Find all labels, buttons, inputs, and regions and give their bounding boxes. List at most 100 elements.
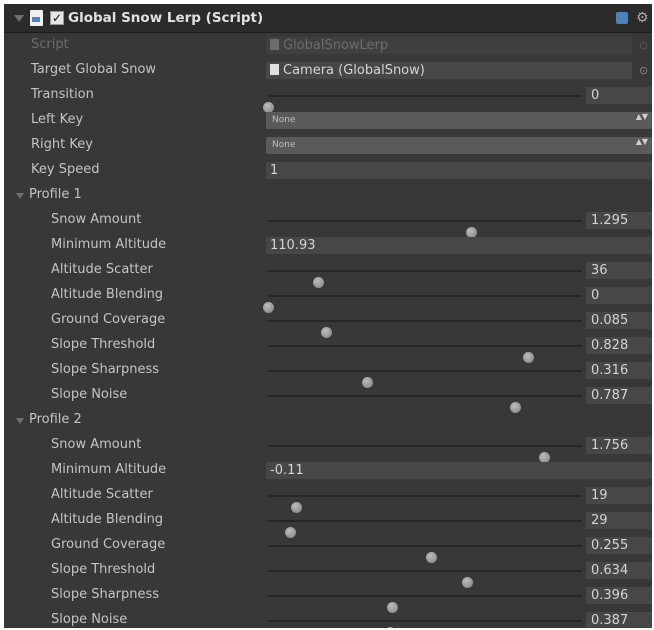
snow-amount-label: Snow Amount — [51, 437, 142, 452]
object-picker-icon[interactable]: ⊙ — [639, 64, 648, 77]
altitude-blending-slider[interactable] — [268, 520, 582, 538]
snow-amount-value-field[interactable]: 1.295 — [586, 212, 652, 229]
dropdown-arrows-icon: ▲▼ — [635, 112, 648, 121]
profile-2-slope-sharpness-row: Slope Sharpness 0.396 — [4, 583, 652, 613]
target-global-snow-label: Target Global Snow — [31, 62, 157, 77]
altitude-scatter-slider[interactable] — [268, 495, 582, 513]
transition-label: Transition — [31, 87, 94, 102]
profile-2-label: Profile 2 — [29, 412, 82, 427]
altitude-blending-label: Altitude Blending — [51, 287, 164, 302]
script-field: GlobalSnowLerp — [266, 37, 632, 54]
profile-1-altitude-blending-row: Altitude Blending 0 — [4, 283, 652, 313]
profile-1-slope-noise-row: Slope Noise 0.787 — [4, 383, 652, 413]
profile-1-ground-coverage-row: Ground Coverage 0.085 — [4, 308, 652, 338]
key-speed-field[interactable]: 1 — [266, 162, 652, 179]
profile-2-slope-noise-row: Slope Noise 0.387 — [4, 608, 652, 628]
foldout-arrow-icon[interactable] — [16, 418, 24, 424]
profile-2-foldout[interactable]: Profile 2 — [4, 408, 652, 433]
slope-sharpness-label: Slope Sharpness — [51, 362, 160, 377]
target-global-snow-value: Camera (GlobalSnow) — [283, 63, 425, 78]
slope-noise-value-field[interactable]: 0.787 — [586, 387, 652, 404]
ground-coverage-slider[interactable] — [268, 320, 582, 338]
script-label: Script — [31, 37, 69, 52]
altitude-blending-value-field[interactable]: 0 — [586, 287, 652, 304]
script-value: GlobalSnowLerp — [283, 38, 389, 53]
profile-2-snow-amount-row: Snow Amount 1.756 — [4, 433, 652, 463]
script-row: Script GlobalSnowLerp ⊙ — [4, 33, 652, 58]
ground-coverage-label: Ground Coverage — [51, 537, 166, 552]
inspector-panel: ✓ Global Snow Lerp (Script) ⚙ Script Glo… — [4, 4, 652, 628]
slope-threshold-label: Slope Threshold — [51, 337, 156, 352]
transition-row: Transition 0 — [4, 83, 652, 113]
gear-icon[interactable]: ⚙ — [636, 10, 649, 26]
left-key-row: Left Key None ▲▼ — [4, 108, 652, 133]
altitude-scatter-label: Altitude Scatter — [51, 487, 153, 502]
slope-threshold-value-field[interactable]: 0.828 — [586, 337, 652, 354]
slope-sharpness-value-field[interactable]: 0.396 — [586, 587, 652, 604]
slope-sharpness-slider[interactable] — [268, 595, 582, 613]
altitude-scatter-value-field[interactable]: 36 — [586, 262, 652, 279]
slope-threshold-slider[interactable] — [268, 570, 582, 588]
transition-value-field[interactable]: 0 — [586, 87, 652, 104]
component-header[interactable]: ✓ Global Snow Lerp (Script) ⚙ — [4, 4, 652, 33]
component-foldout-arrow-icon[interactable] — [14, 15, 24, 22]
left-key-selected: None — [272, 115, 296, 125]
object-picker-icon: ⊙ — [639, 39, 649, 52]
target-global-snow-row: Target Global Snow Camera (GlobalSnow) ⊙ — [4, 58, 652, 83]
profile-1-snow-amount-row: Snow Amount 1.295 — [4, 208, 652, 238]
right-key-row: Right Key None ▲▼ — [4, 133, 652, 158]
minimum-altitude-field[interactable]: 110.93 — [266, 237, 652, 254]
profile-1-label: Profile 1 — [29, 187, 82, 202]
gameobject-icon — [270, 64, 279, 75]
slope-noise-slider[interactable] — [268, 620, 582, 628]
left-key-dropdown[interactable]: None ▲▼ — [266, 112, 652, 129]
ground-coverage-value-field[interactable]: 0.255 — [586, 537, 652, 554]
profile-2-minimum-altitude-row: Minimum Altitude -0.11 — [4, 458, 652, 483]
right-key-dropdown[interactable]: None ▲▼ — [266, 137, 652, 154]
altitude-scatter-value-field[interactable]: 19 — [586, 487, 652, 504]
profile-1-slope-threshold-row: Slope Threshold 0.828 — [4, 333, 652, 363]
slope-sharpness-slider[interactable] — [268, 370, 582, 388]
dropdown-arrows-icon: ▲▼ — [635, 137, 648, 146]
slope-noise-label: Slope Noise — [51, 387, 128, 402]
altitude-blending-slider[interactable] — [263, 295, 582, 313]
altitude-blending-value-field[interactable]: 29 — [586, 512, 652, 529]
foldout-arrow-icon[interactable] — [16, 193, 24, 199]
profile-1-altitude-scatter-row: Altitude Scatter 36 — [4, 258, 652, 288]
minimum-altitude-label: Minimum Altitude — [51, 462, 167, 477]
ground-coverage-label: Ground Coverage — [51, 312, 166, 327]
snow-amount-slider[interactable] — [268, 445, 582, 463]
right-key-label: Right Key — [31, 137, 93, 152]
altitude-scatter-label: Altitude Scatter — [51, 262, 153, 277]
profile-2-ground-coverage-row: Ground Coverage 0.255 — [4, 533, 652, 563]
altitude-scatter-slider[interactable] — [268, 270, 582, 288]
minimum-altitude-field[interactable]: -0.11 — [266, 462, 652, 479]
slope-threshold-value-field[interactable]: 0.634 — [586, 562, 652, 579]
slope-threshold-label: Slope Threshold — [51, 562, 156, 577]
profile-1-foldout[interactable]: Profile 1 — [4, 183, 652, 208]
profile-1-slope-sharpness-row: Slope Sharpness 0.316 — [4, 358, 652, 388]
profile-2-slope-threshold-row: Slope Threshold 0.634 — [4, 558, 652, 588]
left-key-label: Left Key — [31, 112, 84, 127]
snow-amount-slider[interactable] — [268, 220, 582, 238]
slope-threshold-slider[interactable] — [268, 345, 582, 363]
script-file-icon — [30, 10, 43, 26]
profile-1-minimum-altitude-row: Minimum Altitude 110.93 — [4, 233, 652, 258]
ground-coverage-value-field[interactable]: 0.085 — [586, 312, 652, 329]
slope-sharpness-value-field[interactable]: 0.316 — [586, 362, 652, 379]
help-book-icon[interactable] — [616, 12, 628, 24]
transition-slider[interactable] — [263, 95, 582, 113]
target-global-snow-field[interactable]: Camera (GlobalSnow) — [266, 62, 632, 79]
slope-noise-slider[interactable] — [268, 395, 582, 413]
ground-coverage-slider[interactable] — [268, 545, 582, 563]
script-asset-icon — [270, 39, 279, 50]
component-title: Global Snow Lerp (Script) — [68, 10, 264, 26]
component-enabled-checkbox[interactable]: ✓ — [50, 11, 64, 25]
right-key-selected: None — [272, 140, 296, 150]
snow-amount-label: Snow Amount — [51, 212, 142, 227]
slope-noise-value-field[interactable]: 0.387 — [586, 612, 652, 628]
key-speed-row: Key Speed 1 — [4, 158, 652, 183]
minimum-altitude-label: Minimum Altitude — [51, 237, 167, 252]
snow-amount-value-field[interactable]: 1.756 — [586, 437, 652, 454]
slider-thumb[interactable] — [384, 627, 396, 628]
